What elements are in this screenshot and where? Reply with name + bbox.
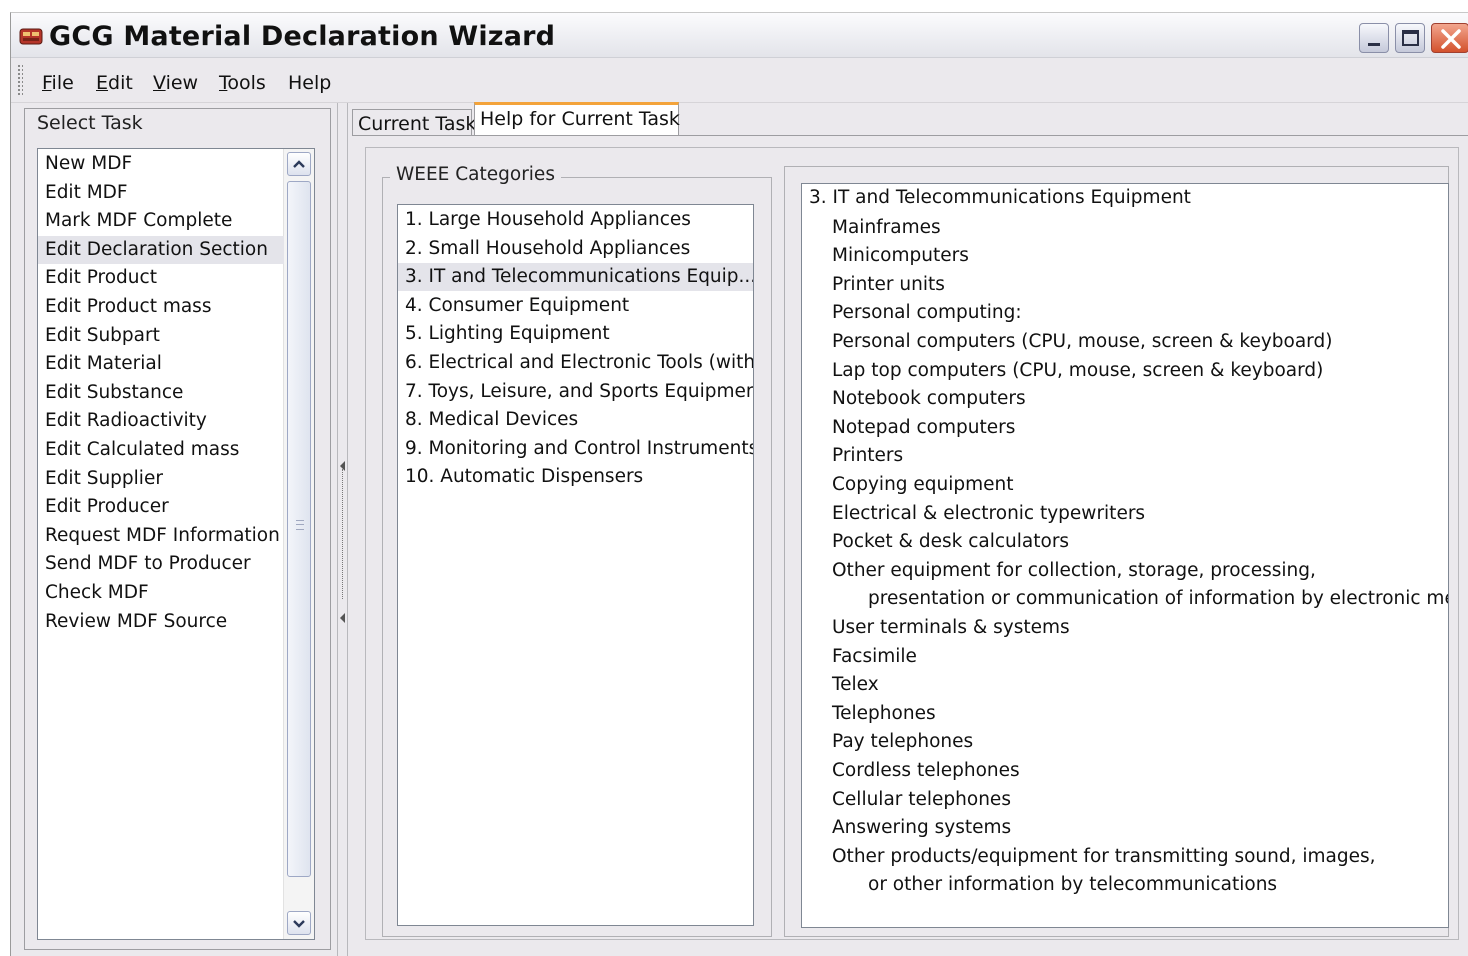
detail-line: Copying equipment bbox=[832, 474, 1014, 495]
detail-line: Notepad computers bbox=[832, 416, 1016, 438]
thumb-grip-icon bbox=[296, 520, 304, 530]
task-item[interactable]: Edit Material bbox=[45, 350, 162, 378]
task-list-scrollbar[interactable] bbox=[283, 149, 314, 939]
weee-category-item[interactable]: 7. Toys, Leisure, and Sports Equipment bbox=[405, 378, 753, 406]
weee-legend: WEEE Categories bbox=[390, 164, 561, 185]
maximize-button[interactable] bbox=[1395, 23, 1425, 53]
weee-categories-group: WEEE Categories 1. Large Household Appli… bbox=[382, 164, 772, 937]
tab-help-for-current-task[interactable]: Help for Current Task bbox=[474, 102, 680, 136]
detail-line: Notebook computers bbox=[832, 388, 1026, 410]
detail-line: Printers bbox=[832, 445, 904, 467]
category-detail-panel: 3. IT and Telecommunications Equipment M… bbox=[784, 166, 1449, 937]
task-item[interactable]: Review MDF Source bbox=[45, 608, 227, 636]
task-item[interactable]: Request MDF Information bbox=[45, 522, 280, 550]
task-item[interactable]: Edit Producer bbox=[45, 493, 169, 521]
weee-category-item[interactable]: 9. Monitoring and Control Instruments bbox=[405, 435, 753, 463]
detail-heading: 3. IT and Telecommunications Equipment bbox=[809, 187, 1191, 208]
detail-line: Other equipment for collection, storage,… bbox=[832, 559, 1316, 581]
detail-line: Lap top computers (CPU, mouse, screen & … bbox=[832, 359, 1324, 381]
menu-edit[interactable]: Edit bbox=[96, 72, 133, 94]
close-button[interactable] bbox=[1431, 23, 1468, 53]
task-item[interactable]: Edit Declaration Section bbox=[38, 235, 284, 264]
task-item[interactable]: Edit MDF bbox=[45, 179, 128, 207]
detail-line: User terminals & systems bbox=[832, 617, 1070, 638]
weee-category-item[interactable]: 1. Large Household Appliances bbox=[405, 206, 691, 234]
menu-file[interactable]: File bbox=[42, 72, 74, 94]
title-bar[interactable]: GCG Material Declaration Wizard bbox=[11, 13, 1468, 58]
task-item[interactable]: Edit Calculated mass bbox=[45, 436, 239, 464]
scroll-thumb[interactable] bbox=[287, 181, 311, 877]
select-task-title: Select Task bbox=[37, 112, 143, 134]
detail-line: Personal computing: bbox=[832, 302, 1022, 324]
help-panel: WEEE Categories 1. Large Household Appli… bbox=[365, 147, 1459, 940]
detail-line: Minicomputers bbox=[832, 245, 969, 267]
help-content: WEEE Categories 1. Large Household Appli… bbox=[352, 136, 1468, 954]
detail-line: Pay telephones bbox=[832, 731, 974, 753]
tab-strip: Current Task Help for Current Task bbox=[352, 102, 1468, 137]
detail-line: Personal computers (CPU, mouse, screen &… bbox=[832, 331, 1333, 352]
category-detail-text: 3. IT and Telecommunications Equipment M… bbox=[801, 183, 1449, 928]
detail-line: or other information by telecommunicatio… bbox=[868, 874, 1278, 896]
task-item[interactable]: Edit Product mass bbox=[45, 293, 211, 321]
maximize-icon bbox=[1402, 30, 1419, 46]
task-item[interactable]: Check MDF bbox=[45, 579, 149, 607]
menu-tools[interactable]: Tools bbox=[219, 72, 266, 94]
task-item[interactable]: New MDF bbox=[45, 150, 132, 178]
panel-splitter[interactable] bbox=[337, 103, 348, 956]
detail-line: Telephones bbox=[832, 702, 936, 724]
weee-category-item[interactable]: 10. Automatic Dispensers bbox=[405, 463, 643, 491]
minimize-button[interactable] bbox=[1359, 23, 1389, 53]
weee-category-item[interactable]: 6. Electrical and Electronic Tools (with… bbox=[405, 349, 753, 377]
task-item[interactable]: Edit Radioactivity bbox=[45, 407, 207, 435]
detail-line: presentation or communication of informa… bbox=[868, 588, 1449, 610]
weee-category-item[interactable]: 3. IT and Telecommunications Equip... bbox=[398, 263, 753, 292]
task-item[interactable]: Mark MDF Complete bbox=[45, 207, 232, 235]
app-icon bbox=[19, 28, 43, 45]
select-task-panel: Select Task New MDF Edit MDF Mark MDF Comp… bbox=[24, 108, 331, 950]
toolbar-grip[interactable] bbox=[17, 64, 23, 96]
detail-line: Electrical & electronic typewriters bbox=[832, 502, 1146, 524]
detail-line: Printer units bbox=[832, 273, 945, 295]
chevron-up-icon bbox=[293, 160, 305, 168]
detail-line: Mainframes bbox=[832, 216, 941, 238]
weee-category-item[interactable]: 4. Consumer Equipment bbox=[405, 292, 629, 320]
task-item[interactable]: Send MDF to Producer bbox=[45, 550, 251, 578]
weee-category-item[interactable]: 8. Medical Devices bbox=[405, 406, 578, 434]
collapse-right-icon[interactable] bbox=[340, 613, 345, 623]
menu-bar: File Edit View Tools Help bbox=[11, 58, 1468, 103]
detail-line: Cordless telephones bbox=[832, 760, 1020, 781]
detail-line: Answering systems bbox=[832, 817, 1012, 839]
detail-line: Other products/equipment for transmittin… bbox=[832, 845, 1376, 867]
task-item[interactable]: Edit Substance bbox=[45, 379, 183, 407]
task-item[interactable]: Edit Product bbox=[45, 264, 157, 292]
chevron-down-icon bbox=[293, 920, 305, 928]
detail-line: Facsimile bbox=[832, 645, 917, 667]
close-icon bbox=[1441, 29, 1461, 49]
menu-help[interactable]: Help bbox=[288, 72, 331, 94]
detail-line: Cellular telephones bbox=[832, 788, 1011, 810]
scroll-down-button[interactable] bbox=[287, 911, 311, 935]
minimize-icon bbox=[1368, 43, 1380, 46]
weee-category-item[interactable]: 5. Lighting Equipment bbox=[405, 320, 610, 348]
menu-view[interactable]: View bbox=[153, 72, 198, 94]
scroll-up-button[interactable] bbox=[287, 152, 311, 176]
window-title: GCG Material Declaration Wizard bbox=[49, 21, 556, 52]
tab-current-task[interactable]: Current Task bbox=[352, 109, 476, 137]
detail-line: Telex bbox=[832, 674, 879, 696]
detail-line: Pocket & desk calculators bbox=[832, 531, 1070, 553]
task-item[interactable]: Edit Supplier bbox=[45, 465, 163, 493]
weee-category-list[interactable]: 1. Large Household Appliances 2. Small Ho… bbox=[397, 204, 754, 926]
app-window: GCG Material Declaration Wizard File Edi… bbox=[10, 12, 1468, 956]
splitter-grip bbox=[342, 469, 345, 599]
task-list[interactable]: New MDF Edit MDF Mark MDF Complete Edit Dec… bbox=[37, 148, 315, 940]
weee-category-item[interactable]: 2. Small Household Appliances bbox=[405, 235, 690, 263]
task-item[interactable]: Edit Subpart bbox=[45, 322, 160, 350]
